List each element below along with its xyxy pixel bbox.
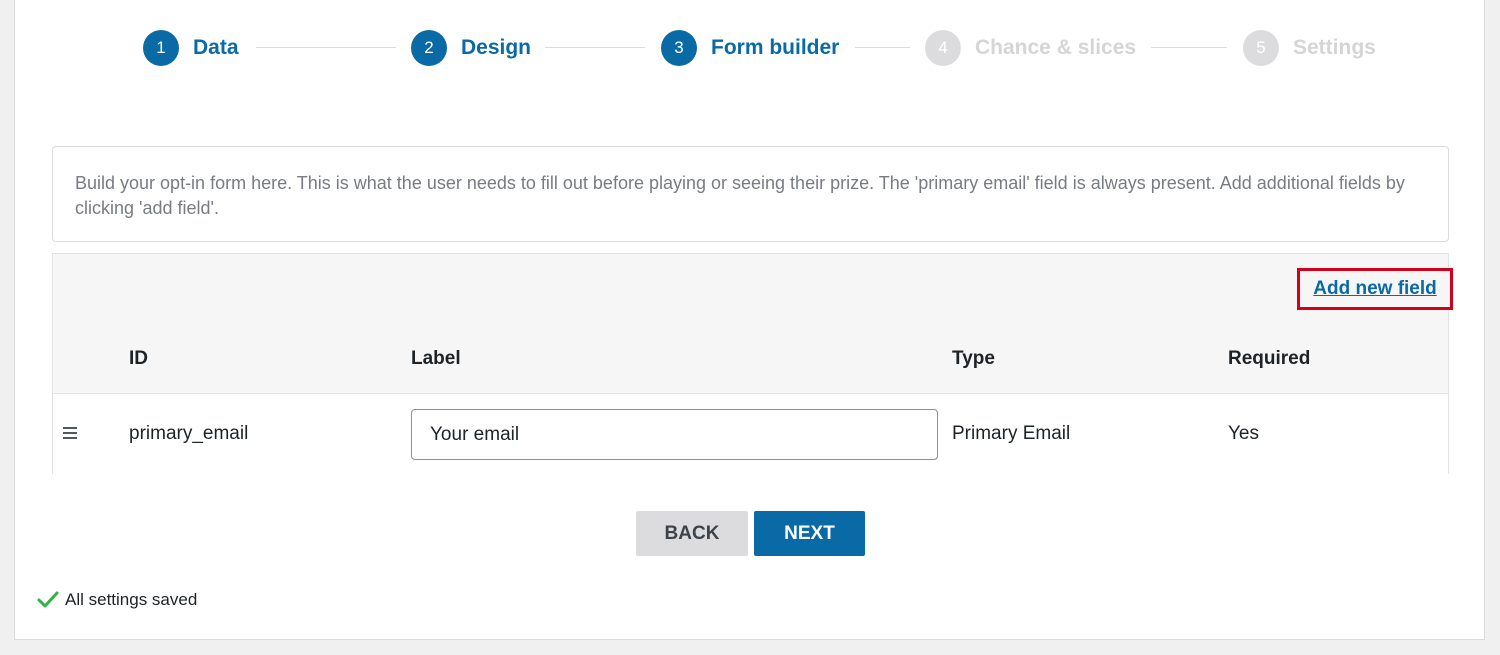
- form-builder-card: 1 Data 2 Design 3 Form builder 4 Chance …: [14, 0, 1485, 640]
- drag-handle-icon[interactable]: [63, 424, 79, 444]
- save-status-text: All settings saved: [65, 590, 198, 609]
- step-number: 1: [143, 30, 179, 66]
- wizard-stepper: 1 Data 2 Design 3 Form builder 4 Chance …: [15, 0, 1484, 100]
- step-label: Settings: [1293, 36, 1376, 59]
- info-text: Build your opt-in form here. This is wha…: [75, 173, 1405, 218]
- column-header-required: Required: [1228, 347, 1311, 369]
- field-required: Yes: [1228, 423, 1259, 444]
- next-button[interactable]: NEXT: [754, 511, 865, 556]
- step-number: 2: [411, 30, 447, 66]
- info-box: Build your opt-in form here. This is wha…: [52, 146, 1449, 242]
- save-status: All settings saved: [37, 590, 197, 610]
- step-data[interactable]: 1 Data: [143, 30, 239, 66]
- step-connector: [855, 47, 910, 48]
- column-header-id: ID: [129, 347, 148, 369]
- step-label: Design: [461, 36, 532, 59]
- column-header-type: Type: [952, 347, 995, 369]
- step-label: Form builder: [711, 36, 840, 59]
- column-header-label: Label: [411, 347, 461, 369]
- step-form-builder[interactable]: 3 Form builder: [661, 30, 839, 66]
- add-new-field-link[interactable]: Add new field: [1297, 268, 1453, 310]
- step-connector: [545, 47, 645, 48]
- step-number: 3: [661, 30, 697, 66]
- step-design[interactable]: 2 Design: [411, 30, 531, 66]
- back-button[interactable]: BACK: [636, 511, 748, 556]
- step-connector: [1151, 47, 1227, 48]
- step-settings[interactable]: 5 Settings: [1243, 30, 1376, 66]
- checkmark-icon: [37, 591, 59, 608]
- step-label: Data: [193, 36, 239, 59]
- field-label-input[interactable]: [411, 409, 938, 460]
- step-connector: [256, 47, 396, 48]
- fields-table: Add new field ID Label Type Required pri…: [52, 253, 1453, 474]
- step-label: Chance & slices: [975, 36, 1137, 59]
- table-row: primary_email Primary Email Yes: [53, 394, 1448, 474]
- table-header: ID Label Type Required: [53, 324, 1448, 394]
- table-toolbar: Add new field: [53, 254, 1453, 325]
- field-id: primary_email: [129, 423, 249, 444]
- step-number: 4: [925, 30, 961, 66]
- field-type: Primary Email: [952, 423, 1071, 444]
- step-number: 5: [1243, 30, 1279, 66]
- step-chance-slices[interactable]: 4 Chance & slices: [925, 30, 1136, 66]
